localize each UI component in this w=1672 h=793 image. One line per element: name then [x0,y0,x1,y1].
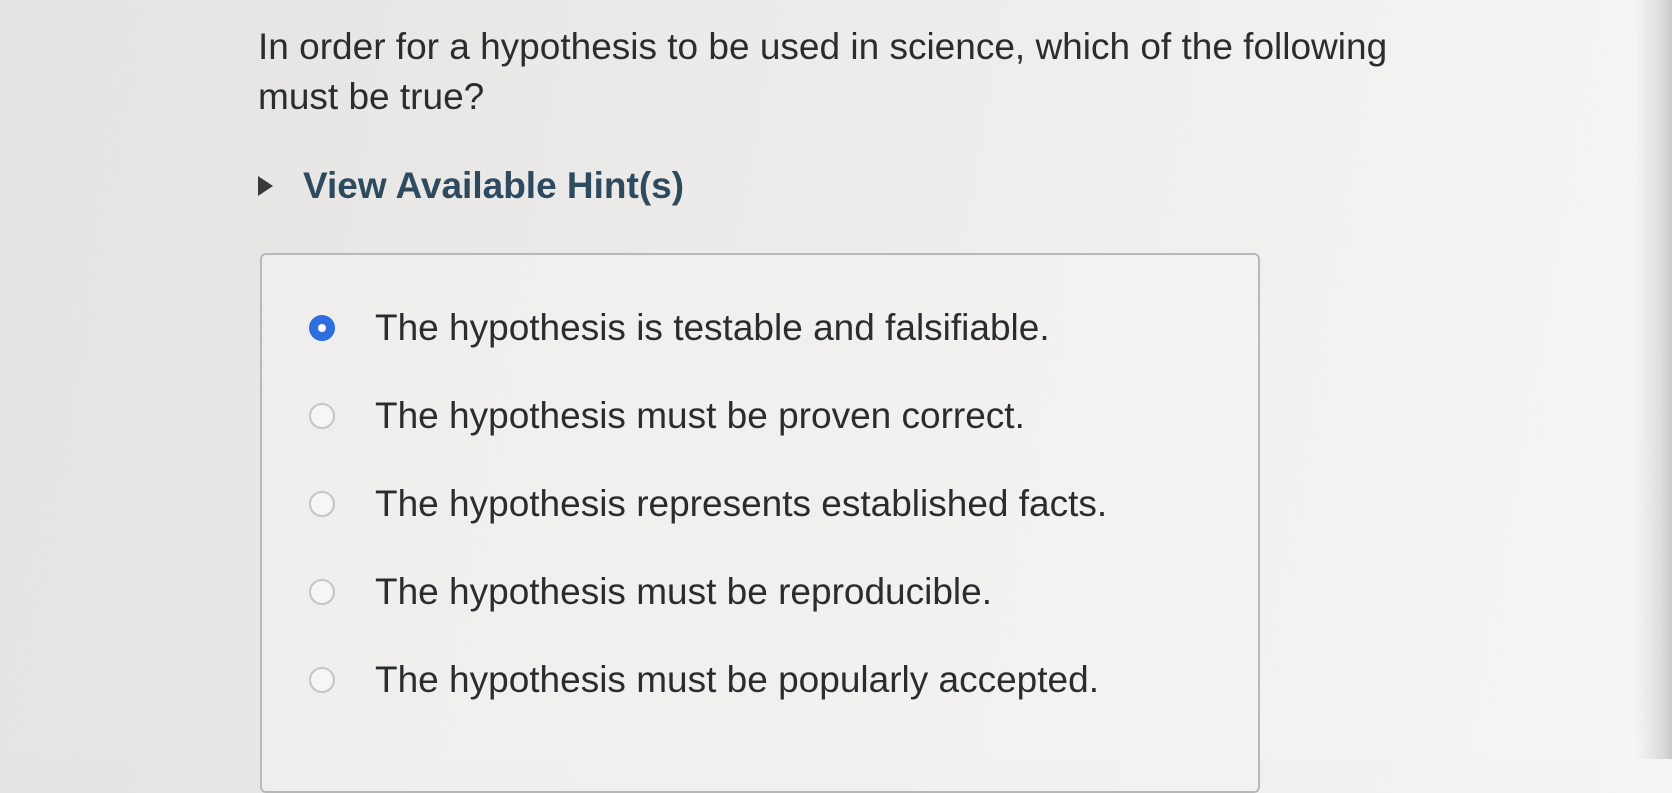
answer-options-box: The hypothesis is testable and falsifiab… [260,253,1260,793]
answer-option-label: The hypothesis is testable and falsifiab… [375,307,1050,348]
answer-option-label: The hypothesis must be proven correct. [375,395,1025,436]
radio-button[interactable] [309,667,335,693]
triangle-right-icon [258,176,273,196]
answer-option-2[interactable]: The hypothesis must be proven correct. [309,395,1025,437]
view-hints-toggle[interactable]: View Available Hint(s) [258,165,684,207]
answer-option-4[interactable]: The hypothesis must be reproducible. [309,571,992,613]
radio-button[interactable] [309,579,335,605]
radio-button-selected[interactable] [309,315,335,341]
question-text: In order for a hypothesis to be used in … [258,26,1388,117]
radio-button[interactable] [309,491,335,517]
answer-option-1[interactable]: The hypothesis is testable and falsifiab… [309,307,1050,349]
answer-option-5[interactable]: The hypothesis must be popularly accepte… [309,659,1099,701]
answer-option-label: The hypothesis represents established fa… [375,483,1108,524]
answer-option-label: The hypothesis must be reproducible. [375,571,993,612]
screen-edge [1636,0,1672,759]
view-hints-label: View Available Hint(s) [303,165,685,206]
answer-option-label: The hypothesis must be popularly accepte… [375,659,1099,700]
answer-option-3[interactable]: The hypothesis represents established fa… [309,483,1107,525]
radio-button[interactable] [309,403,335,429]
